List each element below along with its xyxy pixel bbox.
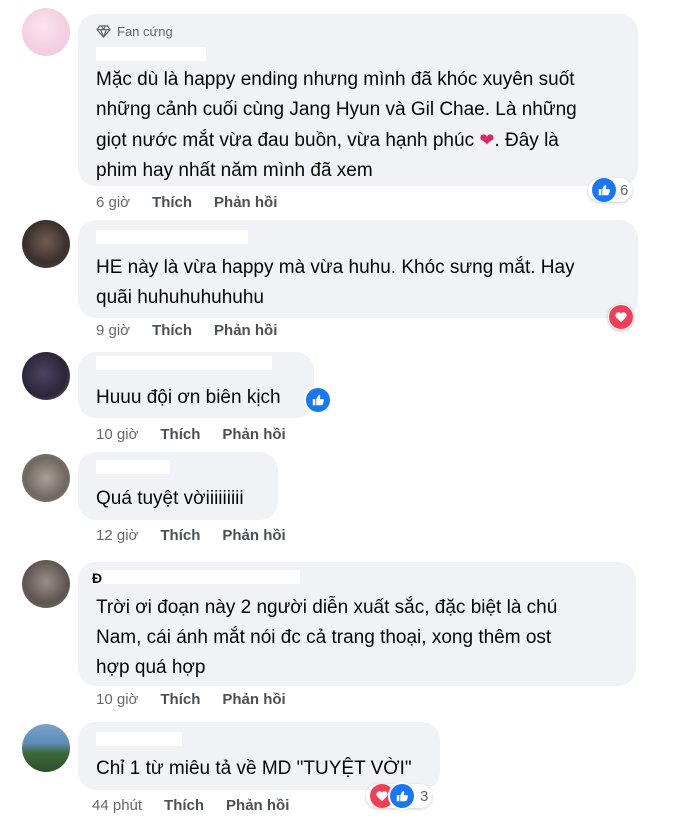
avatar[interactable] — [22, 560, 70, 608]
commenter-name[interactable] — [96, 732, 182, 746]
reaction-summary[interactable]: 6 — [588, 178, 633, 202]
avatar[interactable] — [22, 454, 70, 502]
commenter-name[interactable] — [96, 460, 170, 474]
name-fragment: Đ — [92, 570, 103, 586]
heart-emoji: ❤ — [479, 130, 495, 150]
thumbs-up-icon — [592, 178, 616, 202]
commenter-name[interactable] — [96, 230, 248, 244]
comment-actions: 12 giờ Thích Phản hồi — [96, 527, 286, 544]
comment-text: Chỉ 1 từ miêu tả về MD "TUYỆT VỜI" — [96, 758, 412, 779]
reply-button[interactable]: Phản hồi — [226, 797, 289, 814]
reaction-summary[interactable] — [608, 304, 634, 330]
avatar[interactable] — [22, 220, 70, 268]
like-button[interactable]: Thích — [152, 194, 192, 211]
timestamp[interactable]: 10 giờ — [96, 426, 138, 443]
avatar[interactable] — [22, 352, 70, 400]
reply-button[interactable]: Phản hồi — [214, 322, 277, 339]
avatar[interactable] — [22, 724, 70, 772]
comment-actions: 44 phút Thích Phản hồi — [92, 797, 289, 814]
reply-button[interactable]: Phản hồi — [222, 527, 285, 544]
comment-text: Mặc dù là happy ending nhưng mình đã khó… — [96, 69, 577, 181]
timestamp[interactable]: 44 phút — [92, 797, 142, 814]
commenter-name[interactable] — [96, 356, 272, 370]
avatar[interactable] — [22, 8, 70, 56]
diamond-icon — [96, 25, 111, 38]
comment-actions: 10 giờ Thích Phản hồi — [96, 426, 286, 443]
fan-badge: Fan cứng — [96, 24, 173, 39]
comment-text: Quá tuyệt vờiiiiiiiii — [96, 488, 244, 509]
reply-button[interactable]: Phản hồi — [222, 691, 285, 708]
reply-button[interactable]: Phản hồi — [222, 426, 285, 443]
comment-actions: 6 giờ Thích Phản hồi — [96, 194, 277, 211]
reaction-count: 6 — [620, 181, 629, 199]
commenter-name[interactable] — [96, 570, 300, 584]
like-button[interactable]: Thích — [160, 426, 200, 443]
commenter-name[interactable] — [96, 47, 206, 61]
timestamp[interactable]: 9 giờ — [96, 322, 130, 339]
timestamp[interactable]: 6 giờ — [96, 194, 130, 211]
heart-icon — [609, 305, 633, 329]
reaction-count: 3 — [420, 787, 429, 805]
timestamp[interactable]: 12 giờ — [96, 527, 138, 544]
like-button[interactable]: Thích — [164, 797, 204, 814]
like-button[interactable]: Thích — [160, 691, 200, 708]
like-button[interactable]: Thích — [152, 322, 192, 339]
comment-actions: 10 giờ Thích Phản hồi — [96, 691, 286, 708]
thumbs-up-icon — [390, 784, 414, 808]
badge-label: Fan cứng — [117, 24, 173, 39]
comment-text: Trời ơi đoạn này 2 người diễn xuất sắc, … — [96, 597, 558, 678]
comment-text: Huuu đội ơn biên kịch — [96, 387, 281, 408]
like-button[interactable]: Thích — [160, 527, 200, 544]
reaction-summary[interactable] — [306, 388, 330, 412]
comment-actions: 9 giờ Thích Phản hồi — [96, 322, 277, 339]
timestamp[interactable]: 10 giờ — [96, 691, 138, 708]
thumbs-up-icon — [312, 394, 324, 406]
reaction-summary[interactable]: 3 — [366, 784, 433, 808]
comment-text: HE này là vừa happy mà vừa huhu. Khóc sư… — [96, 257, 575, 308]
reply-button[interactable]: Phản hồi — [214, 194, 277, 211]
